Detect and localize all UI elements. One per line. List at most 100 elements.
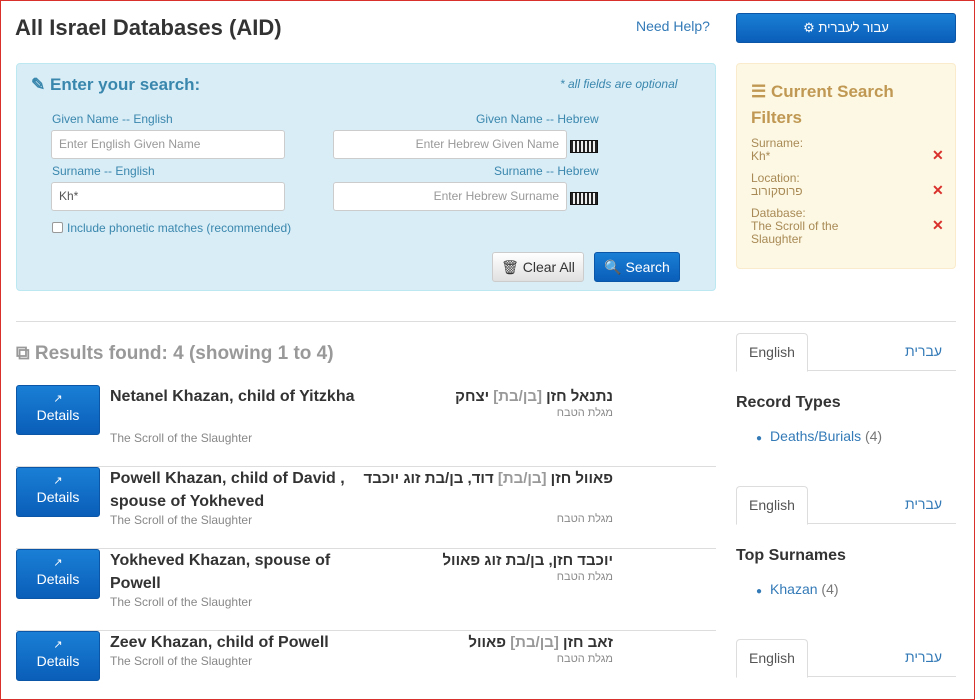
page-title: All Israel Databases (AID) xyxy=(15,15,282,40)
bullet-icon: ● xyxy=(756,586,763,597)
remove-filter-icon[interactable]: ✕ xyxy=(932,217,944,234)
result-english-name[interactable]: Yokheved Khazan, spouse of Powell xyxy=(110,549,370,595)
result-english-source: The Scroll of the Slaughter xyxy=(110,595,253,609)
filter-value: Kh* xyxy=(751,149,771,163)
search-title-text: Enter your search: xyxy=(49,75,201,94)
switch-to-hebrew-label: עבור לעברית xyxy=(818,20,889,35)
optional-note: * all fields are optional xyxy=(560,77,678,91)
result-english-source: The Scroll of the Slaughter xyxy=(110,431,253,445)
remove-filter-icon[interactable]: ✕ xyxy=(932,147,944,164)
details-button[interactable]: ↗ Details xyxy=(16,385,100,435)
result-row: ↗ Details Yokheved Khazan, spouse of Pow… xyxy=(16,549,716,631)
hebrew-name-part: יוכבד חזן, בן/בת זוג פאוול xyxy=(442,552,613,569)
result-english-name[interactable]: Netanel Khazan, child of Yitzkha xyxy=(110,385,370,408)
switch-to-hebrew-button[interactable]: ⚙ עבור לעברית xyxy=(736,13,956,43)
phonetic-checkbox[interactable] xyxy=(52,222,63,233)
result-row: ↗ Details Powell Khazan, child of David … xyxy=(16,467,716,549)
gear-icon: ⚙ xyxy=(803,20,815,35)
given-name-english-input[interactable]: Enter English Given Name xyxy=(51,130,285,159)
result-hebrew-name[interactable]: יוכבד חזן, בן/בת זוג פאוול xyxy=(353,549,613,572)
filter-value: The Scroll of the Slaughter xyxy=(751,219,839,246)
tab-english[interactable]: English xyxy=(736,333,808,372)
result-hebrew-source: מגלת הטבח xyxy=(556,513,613,525)
need-help-link[interactable]: Need Help? xyxy=(636,18,710,34)
details-button[interactable]: ↗ Details xyxy=(16,467,100,517)
details-button[interactable]: ↗ Details xyxy=(16,631,100,681)
given-name-hebrew-input[interactable]: Enter Hebrew Given Name xyxy=(333,130,567,159)
result-hebrew-source: מגלת הטבח xyxy=(556,407,613,419)
hebrew-name-part: פאוול xyxy=(468,634,511,651)
result-row: ↗ Details Zeev Khazan, child of Powell T… xyxy=(16,631,716,700)
hebrew-name-part: דוד, בן/בת זוג יוכבד xyxy=(363,470,498,487)
hebrew-name-part: פאוול חזן xyxy=(546,470,613,487)
copy-icon: ⧉ xyxy=(16,343,30,364)
tab-english[interactable]: English xyxy=(736,639,808,678)
external-link-icon: ↗ xyxy=(53,475,63,487)
filter-location: Location: פרוסקורוב xyxy=(751,172,803,198)
current-filters-title: ☰ Current Search Filters xyxy=(751,79,931,131)
bullet-icon: ● xyxy=(756,433,763,444)
surname-hebrew-input[interactable]: Enter Hebrew Surname xyxy=(333,182,567,211)
facet-item-label[interactable]: Deaths/Burials xyxy=(770,428,861,444)
details-label: Details xyxy=(36,571,80,587)
search-title: ✎ Enter your search: xyxy=(31,75,200,95)
result-hebrew-source: מגלת הטבח xyxy=(556,653,613,665)
filter-surname: Surname: Kh* xyxy=(751,137,803,163)
result-hebrew-name[interactable]: זאב חזן [בן/בת] פאוול xyxy=(353,631,613,654)
clear-all-button[interactable]: 🗑 Clear All xyxy=(492,252,584,282)
facet-tabs-surnames: English עברית xyxy=(736,486,956,525)
facet-item-khazan[interactable]: ● Khazan (4) xyxy=(756,581,839,597)
list-icon: ☰ xyxy=(751,82,767,101)
external-link-icon: ↗ xyxy=(53,557,63,569)
hebrew-relation: [בן/בת] xyxy=(497,470,547,487)
phonetic-label[interactable]: Include phonetic matches (recommended) xyxy=(67,221,291,235)
results-summary: ⧉ Results found: 4 (showing 1 to 4) xyxy=(16,343,334,365)
top-surnames-title: Top Surnames xyxy=(736,547,846,564)
facet-item-count: (4) xyxy=(821,581,839,597)
tab-english[interactable]: English xyxy=(736,486,808,525)
hebrew-name-part: זאב חזן xyxy=(558,634,613,651)
tab-hebrew[interactable]: עברית xyxy=(905,649,942,665)
details-label: Details xyxy=(36,489,80,505)
result-hebrew-name[interactable]: פאוול חזן [בן/בת] דוד, בן/בת זוג יוכבד xyxy=(353,467,613,490)
result-english-name[interactable]: Powell Khazan, child of David , spouse o… xyxy=(110,467,370,513)
external-link-icon: ↗ xyxy=(53,393,63,405)
clear-all-label: Clear All xyxy=(522,259,575,275)
tab-hebrew[interactable]: עברית xyxy=(905,496,942,512)
surname-english-label: Surname -- English xyxy=(52,164,155,178)
record-types-title: Record Types xyxy=(736,394,841,411)
facet-item-label[interactable]: Khazan xyxy=(770,581,817,597)
facet-tabs-record-types: English עברית xyxy=(736,333,956,372)
result-english-name[interactable]: Zeev Khazan, child of Powell xyxy=(110,631,370,654)
results-summary-text: Results found: 4 (showing 1 to 4) xyxy=(34,343,334,364)
keyboard-icon[interactable] xyxy=(570,192,598,205)
surname-hebrew-label: Surname -- Hebrew xyxy=(494,164,599,178)
trash-icon: 🗑 xyxy=(501,259,519,275)
facet-item-deaths-burials[interactable]: ● Deaths/Burials (4) xyxy=(756,428,882,444)
search-icon: 🔍 xyxy=(604,259,622,275)
details-button[interactable]: ↗ Details xyxy=(16,549,100,599)
tab-hebrew[interactable]: עברית xyxy=(905,343,942,359)
result-english-source: The Scroll of the Slaughter xyxy=(110,654,253,668)
result-english-source: The Scroll of the Slaughter xyxy=(110,513,253,527)
hebrew-relation: [בן/בת] xyxy=(510,634,559,651)
details-label: Details xyxy=(36,653,80,669)
search-button-label: Search xyxy=(625,259,670,275)
details-label: Details xyxy=(36,407,80,423)
given-name-hebrew-label: Given Name -- Hebrew xyxy=(476,112,599,126)
facet-item-count: (4) xyxy=(864,428,883,444)
filter-value: פרוסקורוב xyxy=(751,184,803,198)
result-hebrew-source: מגלת הטבח xyxy=(556,571,613,583)
search-button[interactable]: 🔍 Search xyxy=(594,252,680,282)
external-link-icon: ↗ xyxy=(53,639,63,651)
hebrew-name-part: נתנאל חזן xyxy=(541,388,613,405)
keyboard-icon[interactable] xyxy=(570,140,598,153)
result-hebrew-name[interactable]: נתנאל חזן [בן/בת] יצחק xyxy=(353,385,613,408)
edit-icon: ✎ xyxy=(31,75,46,94)
filter-database: Database: The Scroll of the Slaughter xyxy=(751,207,861,246)
remove-filter-icon[interactable]: ✕ xyxy=(932,182,944,199)
given-name-english-label: Given Name -- English xyxy=(52,112,173,126)
hebrew-name-part: יצחק xyxy=(455,388,494,405)
surname-english-input[interactable]: Kh* xyxy=(51,182,285,211)
facet-tabs-third: English עברית xyxy=(736,639,956,678)
